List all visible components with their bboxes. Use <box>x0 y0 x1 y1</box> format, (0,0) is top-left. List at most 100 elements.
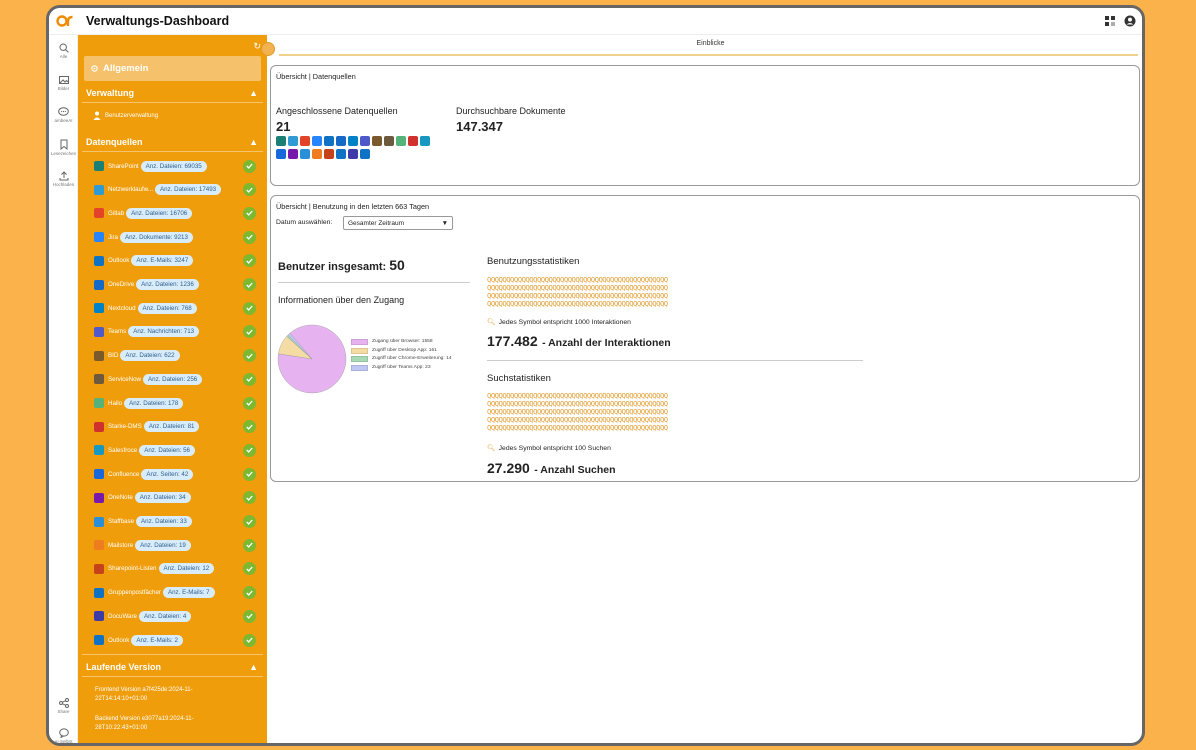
status-check-icon <box>243 183 256 197</box>
datasource-count-badge: Anz. Dateien: 768 <box>137 302 197 314</box>
datasource-logo-icon <box>324 149 334 159</box>
rail-search[interactable]: Alle <box>49 43 78 59</box>
status-check-icon <box>243 609 256 623</box>
datasource-logo-icon <box>300 149 310 159</box>
legend-item: Zugang über Browser: 1558 <box>351 338 452 347</box>
rail-bookmarks[interactable]: Lesezeichen <box>49 139 78 156</box>
sidebar-item-general[interactable]: Allgemein <box>84 56 261 81</box>
sidebar-item-user-admin[interactable]: Benutzerverwaltung <box>93 111 158 120</box>
app-logo-icon[interactable] <box>54 10 76 32</box>
sidebar-toggle-button[interactable] <box>261 42 275 56</box>
search-icon: 🔍︎ <box>487 319 496 326</box>
datasource-item[interactable]: Outlook Anz. E-Mails: 2 <box>94 633 256 647</box>
legend-item: Zugriff über Chrome-Erweiterung: 14 <box>351 355 452 364</box>
rail-images[interactable]: Bilder <box>49 75 78 91</box>
legend-label: Zugriff über Desktop App: 161 <box>372 347 437 353</box>
datasource-item[interactable]: Hailo Anz. Dateien: 178 <box>94 396 256 410</box>
datasource-item[interactable]: DocuWare Anz. Dateien: 4 <box>94 609 256 623</box>
status-check-icon <box>243 206 256 220</box>
share-icon <box>58 698 69 708</box>
datasource-logo-icon <box>94 184 104 195</box>
legend-item: Zugriff über Desktop App: 161 <box>351 347 452 356</box>
divider <box>487 360 863 361</box>
legend-swatch <box>351 356 368 363</box>
datasource-count-badge: Anz. E-Mails: 7 <box>162 587 215 599</box>
status-check-icon <box>243 633 256 647</box>
datasource-item[interactable]: BID Anz. Dateien: 622 <box>94 349 256 363</box>
datasource-logo-icon <box>336 136 346 146</box>
chat-icon <box>58 107 69 116</box>
symbol-row: QQQQQQQQQQQQQQQQQQQQQQQQQQQQQQQQQQQQQQQQ… <box>487 423 668 432</box>
section-version-header[interactable]: Laufende Version ▲ <box>86 662 258 672</box>
datasource-item[interactable]: Staffbase Anz. Dateien: 33 <box>94 515 256 529</box>
datasource-logo-icon <box>94 279 104 290</box>
datasource-name: ServiceNow <box>108 375 142 383</box>
refresh-icon[interactable]: ↻ <box>253 41 261 52</box>
datasource-item[interactable]: Starke-DMS Anz. Dateien: 81 <box>94 420 256 434</box>
chevron-up-icon: ▲ <box>249 137 258 147</box>
datasource-item[interactable]: Confluence Anz. Seiten: 42 <box>94 467 256 481</box>
status-check-icon <box>243 396 256 410</box>
datasource-name: Hailo <box>108 399 123 407</box>
connected-sources-label: Angeschlossene Datenquellen <box>276 106 398 116</box>
datasource-item[interactable]: Gruppenpostfächer Anz. E-Mails: 7 <box>94 586 256 600</box>
datasource-count-badge: Anz. Dateien: 622 <box>120 350 180 362</box>
datasource-item[interactable]: Mailstore Anz. Dateien: 19 <box>94 538 256 552</box>
datasource-item[interactable]: OneNote Anz. Dateien: 34 <box>94 491 256 505</box>
rail-upload[interactable]: Hochladen <box>49 171 78 187</box>
main-content: Einblicke Übersicht | Datenquellen Anges… <box>261 35 1142 743</box>
datasource-logo-icon <box>94 445 104 456</box>
datasource-count-badge: Anz. Dateien: 16706 <box>126 207 193 219</box>
card-title: Übersicht | Benutzung in den letzten 663… <box>276 202 430 211</box>
datasource-logo-icon <box>312 136 322 146</box>
gear-icon <box>91 65 98 72</box>
apps-grid-icon[interactable] <box>1104 14 1116 26</box>
datasource-logo-icon <box>94 516 104 527</box>
datasource-logo-icon <box>360 149 370 159</box>
datasource-logo-icon <box>336 149 346 159</box>
datasource-item[interactable]: Netzwerklaufw... Anz. Dateien: 17493 <box>94 183 256 197</box>
datasource-name: DocuWare <box>108 612 137 620</box>
date-range-select[interactable]: Gesamter Zeitraum ▼ <box>343 216 453 230</box>
legend-label: Zugriff über Chrome-Erweiterung: 14 <box>372 356 452 361</box>
datasource-name: Gruppenpostfächer <box>108 589 161 597</box>
user-account-icon[interactable] <box>1124 14 1136 27</box>
datasource-item[interactable]: OneDrive Anz. Dateien: 1236 <box>94 278 256 292</box>
status-check-icon <box>243 515 256 528</box>
datasource-logo-icon <box>372 136 382 146</box>
datasource-item[interactable]: Nextcloud Anz. Dateien: 768 <box>94 301 256 315</box>
datasource-logo-icon <box>94 255 104 266</box>
frontend-version: Frontend Version a7f425de:2024-11-22T14:… <box>95 687 193 702</box>
datasource-logo-icon <box>384 136 394 146</box>
datasource-logo-icon <box>288 149 298 159</box>
datasource-item[interactable]: Sharepoint-Listen Anz. Dateien: 12 <box>94 562 256 576</box>
datasource-item[interactable]: Salesfroce Anz. Dateien: 56 <box>94 443 256 457</box>
interactions-note: 🔍︎ Jedes Symbol entspricht 1000 Interakt… <box>487 318 631 327</box>
interactions-label: - Anzahl der Interaktionen <box>542 337 671 349</box>
datasource-name: OneDrive <box>108 281 135 288</box>
datasource-item[interactable]: Jira Anz. Dokumente: 9213 <box>94 230 256 244</box>
datasource-count-badge: Anz. Dateien: 1236 <box>136 279 199 290</box>
image-icon <box>58 76 69 84</box>
datasource-logo-icon <box>94 469 104 480</box>
section-admin-header[interactable]: Verwaltung ▲ <box>86 88 258 98</box>
datasource-item[interactable]: Teams Anz. Nachrichten: 713 <box>94 325 256 339</box>
rail-share[interactable]: Share <box>49 698 78 714</box>
datasource-item[interactable]: Gitlab Anz. Dateien: 16706 <box>94 206 256 220</box>
datasource-count-badge: Anz. E-Mails: 2 <box>131 634 183 646</box>
datasource-item[interactable]: ServiceNow Anz. Dateien: 256 <box>94 372 256 386</box>
datasource-logo-icon <box>94 587 104 598</box>
datasource-count-badge: Anz. Dateien: 56 <box>139 444 195 456</box>
usage-stats-title: Benutzungsstatistiken <box>487 256 580 267</box>
rail-ai-self[interactable]: Ai-Selbst <box>49 728 78 743</box>
datasource-count-badge: Anz. Dateien: 12 <box>158 563 215 575</box>
datasource-logo-icon <box>276 136 286 146</box>
search-stats-title: Suchstatistiken <box>487 373 551 384</box>
note-text: Jedes Symbol entspricht 100 Suchen <box>498 444 611 452</box>
rail-ai[interactable]: ambeeAI <box>49 107 78 123</box>
upload-icon <box>59 171 68 181</box>
datasource-icon-grid <box>276 136 436 159</box>
datasource-item[interactable]: Outlook Anz. E-Mails: 3247 <box>94 254 256 268</box>
section-datasources-header[interactable]: Datenquellen ▲ <box>86 137 258 147</box>
datasource-item[interactable]: SharePoint Anz. Dateien: 69035 <box>94 159 256 173</box>
